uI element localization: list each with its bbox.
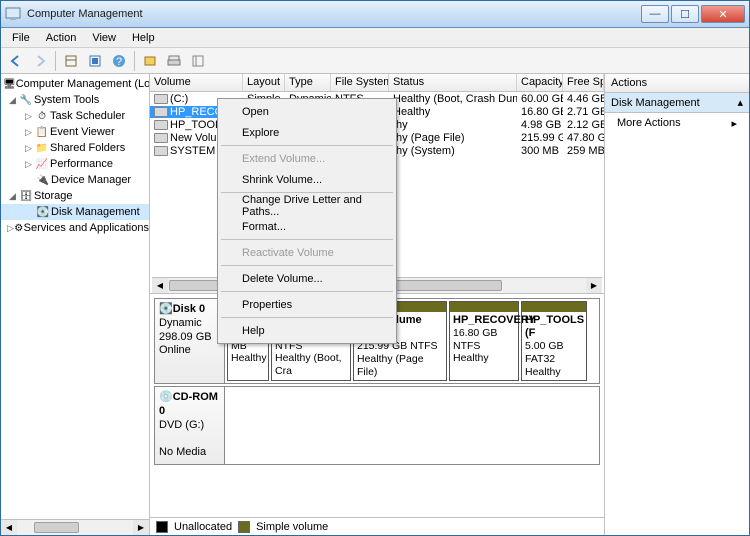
window-title: Computer Management: [27, 8, 639, 20]
menu-view[interactable]: View: [85, 30, 123, 46]
nav-tree[interactable]: 🖥Computer Management (Local ◢🔧System Too…: [1, 74, 149, 519]
ctx-separator: [221, 265, 393, 266]
menu-action[interactable]: Action: [39, 30, 84, 46]
legend-simple: Simple volume: [256, 521, 328, 533]
menu-bar: File Action View Help: [1, 28, 749, 48]
disk-icon: 💽: [159, 303, 173, 315]
col-filesystem[interactable]: File System: [331, 74, 389, 91]
col-layout[interactable]: Layout: [243, 74, 285, 91]
legend-bar: Unallocated Simple volume: [150, 517, 604, 535]
ctx-reactivate: Reactivate Volume: [220, 242, 394, 263]
menu-file[interactable]: File: [5, 30, 37, 46]
clock-icon: ⏱: [34, 108, 50, 124]
partition-block[interactable]: HP_RECOVERY16.80 GB NTFSHealthy: [449, 301, 519, 381]
app-icon: [5, 6, 21, 22]
computer-icon: 🖥: [3, 76, 16, 92]
cdrom-label[interactable]: 💿CD-ROM 0 DVD (G:) No Media: [155, 387, 225, 464]
toolbar-btn-1[interactable]: [60, 50, 82, 72]
scroll-right-icon[interactable]: ▶: [133, 520, 149, 535]
col-capacity[interactable]: Capacity: [517, 74, 563, 91]
ctx-properties[interactable]: Properties: [220, 294, 394, 315]
nav-forward-button[interactable]: [29, 50, 51, 72]
disk-0-label[interactable]: 💽Disk 0 Dynamic 298.09 GB Online: [155, 299, 225, 383]
ctx-separator: [221, 145, 393, 146]
toolbar-btn-4[interactable]: [163, 50, 185, 72]
tree-root[interactable]: 🖥Computer Management (Local: [1, 76, 149, 92]
actions-pane: Actions Disk Management ▴ More Actions ▸: [605, 74, 749, 535]
event-icon: 📋: [34, 124, 50, 140]
actions-more[interactable]: More Actions ▸: [605, 113, 749, 134]
toolbar-btn-5[interactable]: [187, 50, 209, 72]
close-button[interactable]: ✕: [701, 5, 745, 23]
col-volume[interactable]: Volume: [150, 74, 243, 91]
cdrom-block: 💿CD-ROM 0 DVD (G:) No Media: [154, 386, 600, 465]
col-status[interactable]: Status: [389, 74, 517, 91]
legend-unallocated: Unallocated: [174, 521, 232, 533]
scroll-left-icon[interactable]: ◀: [152, 278, 168, 293]
col-type[interactable]: Type: [285, 74, 331, 91]
legend-swatch-unallocated: [156, 521, 168, 533]
ctx-explore[interactable]: Explore: [220, 122, 394, 143]
toolbar-separator: [55, 51, 56, 71]
perf-icon: 📈: [34, 156, 50, 172]
ctx-format[interactable]: Format...: [220, 216, 394, 237]
ctx-change-letter[interactable]: Change Drive Letter and Paths...: [220, 195, 394, 216]
context-menu: Open Explore Extend Volume... Shrink Vol…: [217, 98, 397, 344]
toolbar: ?: [1, 48, 749, 74]
scroll-left-icon[interactable]: ◀: [1, 520, 17, 535]
minimize-button[interactable]: —: [641, 5, 669, 23]
tree-services-apps[interactable]: ▷⚙Services and Applications: [1, 220, 149, 236]
ctx-separator: [221, 239, 393, 240]
maximize-button[interactable]: ☐: [671, 5, 699, 23]
tree-hscroll[interactable]: ◀ ▶: [1, 519, 149, 535]
tree-shared-folders[interactable]: ▷📁Shared Folders: [1, 140, 149, 156]
ctx-separator: [221, 291, 393, 292]
ctx-open[interactable]: Open: [220, 101, 394, 122]
ctx-help[interactable]: Help: [220, 320, 394, 341]
volume-list-header: Volume Layout Type File System Status Ca…: [150, 74, 604, 92]
tree-task-scheduler[interactable]: ▷⏱Task Scheduler: [1, 108, 149, 124]
tree-storage[interactable]: ◢🗄Storage: [1, 188, 149, 204]
ctx-separator: [221, 317, 393, 318]
actions-header: Actions: [605, 74, 749, 93]
tree-system-tools[interactable]: ◢🔧System Tools: [1, 92, 149, 108]
folder-icon: 📁: [34, 140, 50, 156]
window-buttons: — ☐ ✕: [639, 5, 745, 23]
device-icon: 🔌: [35, 172, 51, 188]
legend-swatch-simple: [238, 521, 250, 533]
services-icon: ⚙: [14, 220, 24, 236]
svg-text:?: ?: [116, 56, 122, 68]
tools-icon: 🔧: [18, 92, 34, 108]
disk-icon: 💽: [35, 204, 51, 220]
col-freespace[interactable]: Free Space: [563, 74, 604, 91]
title-bar: Computer Management — ☐ ✕: [1, 1, 749, 28]
toolbar-btn-3[interactable]: [139, 50, 161, 72]
toolbar-separator: [134, 51, 135, 71]
menu-help[interactable]: Help: [125, 30, 162, 46]
ctx-extend: Extend Volume...: [220, 148, 394, 169]
cdrom-icon: 💿: [159, 391, 173, 403]
tree-event-viewer[interactable]: ▷📋Event Viewer: [1, 124, 149, 140]
ctx-shrink[interactable]: Shrink Volume...: [220, 169, 394, 190]
tree-pane: 🖥Computer Management (Local ◢🔧System Too…: [1, 74, 150, 535]
expand-up-icon: ▴: [737, 96, 743, 109]
tree-performance[interactable]: ▷📈Performance: [1, 156, 149, 172]
toolbar-help-button[interactable]: ?: [108, 50, 130, 72]
tree-disk-management[interactable]: 💽Disk Management: [1, 204, 149, 220]
tree-device-manager[interactable]: 🔌Device Manager: [1, 172, 149, 188]
scroll-thumb[interactable]: [34, 522, 79, 533]
storage-icon: 🗄: [18, 188, 34, 204]
cdrom-partitions: [225, 387, 599, 464]
scroll-right-icon[interactable]: ▶: [586, 278, 602, 293]
nav-back-button[interactable]: [5, 50, 27, 72]
chevron-right-icon: ▸: [731, 117, 737, 130]
actions-group[interactable]: Disk Management ▴: [605, 93, 749, 113]
partition-block[interactable]: HP_TOOLS (F5.00 GB FAT32Healthy: [521, 301, 587, 381]
toolbar-btn-2[interactable]: [84, 50, 106, 72]
ctx-delete[interactable]: Delete Volume...: [220, 268, 394, 289]
